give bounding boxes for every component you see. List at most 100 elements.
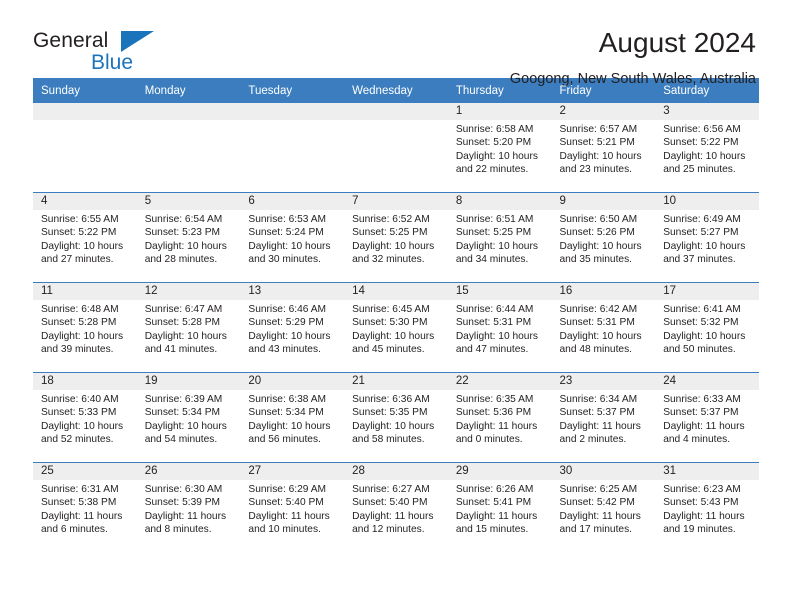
sunrise-time: Sunrise: 6:44 AM bbox=[455, 304, 534, 315]
day-sun-info: Sunrise: 6:58 AM Sunset: 5:20 PM Daylight:… bbox=[448, 120, 552, 176]
calendar-day-cell[interactable]: 31 Sunrise: 6:23 AM Sunset: 5:43 PM Dayligh… bbox=[655, 462, 759, 552]
weekday-header-tuesday: Tuesday bbox=[240, 78, 345, 103]
daylight-duration: Daylight: 10 hours bbox=[41, 240, 124, 252]
generalblue-logo[interactable]: General Blue bbox=[33, 26, 163, 74]
daylight-duration-cont: and 47 minutes. bbox=[455, 343, 529, 355]
sunset-time: Sunset: 5:41 PM bbox=[455, 497, 532, 509]
sunrise-time: Sunrise: 6:53 AM bbox=[248, 214, 326, 225]
day-number bbox=[240, 103, 345, 120]
sunset-time: Sunset: 5:21 PM bbox=[559, 137, 635, 149]
calendar-day-cell[interactable]: 23 Sunrise: 6:34 AM Sunset: 5:37 PM Dayligh… bbox=[551, 372, 656, 463]
sunset-time: Sunset: 5:43 PM bbox=[663, 497, 739, 509]
daylight-duration: Daylight: 10 hours bbox=[663, 240, 746, 252]
calendar-day-cell[interactable]: 29 Sunrise: 6:26 AM Sunset: 5:41 PM Dayligh… bbox=[447, 462, 552, 552]
day-number: 3 bbox=[655, 103, 759, 120]
sunrise-time: Sunrise: 6:39 AM bbox=[144, 394, 223, 405]
sunrise-time: Sunrise: 6:34 AM bbox=[559, 394, 638, 405]
day-sun-info: Sunrise: 6:45 AM Sunset: 5:30 PM Daylight:… bbox=[344, 300, 448, 356]
calendar-day-cell[interactable]: 15 Sunrise: 6:44 AM Sunset: 5:31 PM Dayligh… bbox=[447, 282, 552, 373]
daylight-duration-cont: and 54 minutes. bbox=[144, 433, 218, 445]
sunrise-time: Sunrise: 6:31 AM bbox=[41, 484, 119, 495]
sunrise-time: Sunrise: 6:47 AM bbox=[144, 304, 223, 315]
day-number: 21 bbox=[344, 373, 448, 390]
calendar-day-cell[interactable]: 20 Sunrise: 6:38 AM Sunset: 5:34 PM Dayligh… bbox=[240, 372, 345, 463]
day-sun-info: Sunrise: 6:33 AM Sunset: 5:37 PM Daylight:… bbox=[655, 390, 759, 446]
calendar-day-cell[interactable]: 17 Sunrise: 6:41 AM Sunset: 5:32 PM Dayligh… bbox=[655, 282, 759, 373]
sunset-time: Sunset: 5:26 PM bbox=[559, 227, 635, 239]
calendar-day-cell[interactable]: 2 Sunrise: 6:57 AM Sunset: 5:21 PM Daylight… bbox=[551, 103, 656, 193]
sunrise-time: Sunrise: 6:27 AM bbox=[352, 484, 430, 495]
calendar-day-cell[interactable]: 9 Sunrise: 6:50 AM Sunset: 5:26 PM Daylight… bbox=[551, 192, 656, 283]
calendar-day-cell[interactable]: 26 Sunrise: 6:30 AM Sunset: 5:39 PM Dayligh… bbox=[136, 462, 241, 552]
daylight-duration: Daylight: 10 hours bbox=[352, 330, 435, 342]
weekday-header-monday: Monday bbox=[136, 78, 241, 103]
sunset-time: Sunset: 5:22 PM bbox=[41, 227, 117, 239]
daylight-duration: Daylight: 10 hours bbox=[144, 330, 227, 342]
day-cell-content: 30 Sunrise: 6:25 AM Sunset: 5:42 PM Dayligh… bbox=[551, 463, 656, 552]
daylight-duration-cont: and 37 minutes. bbox=[663, 253, 736, 265]
daylight-duration-cont: and 25 minutes. bbox=[663, 163, 736, 175]
day-number: 30 bbox=[551, 463, 656, 480]
day-cell-content: 8 Sunrise: 6:51 AM Sunset: 5:25 PM Daylight… bbox=[447, 193, 552, 282]
calendar-day-cell[interactable]: 16 Sunrise: 6:42 AM Sunset: 5:31 PM Dayligh… bbox=[551, 282, 656, 373]
daylight-duration: Daylight: 10 hours bbox=[248, 240, 331, 252]
daylight-duration-cont: and 39 minutes. bbox=[41, 343, 114, 355]
day-sun-info: Sunrise: 6:40 AM Sunset: 5:33 PM Daylight:… bbox=[33, 390, 137, 446]
calendar-day-cell[interactable]: 7 Sunrise: 6:52 AM Sunset: 5:25 PM Daylight… bbox=[344, 192, 448, 283]
day-sun-info: Sunrise: 6:56 AM Sunset: 5:22 PM Daylight:… bbox=[655, 120, 759, 176]
sunrise-time: Sunrise: 6:48 AM bbox=[41, 304, 119, 315]
calendar-day-cell[interactable]: 18 Sunrise: 6:40 AM Sunset: 5:33 PM Dayligh… bbox=[33, 372, 137, 463]
sunrise-time: Sunrise: 6:55 AM bbox=[41, 214, 119, 225]
daylight-duration-cont: and 2 minutes. bbox=[559, 433, 627, 445]
sunrise-time: Sunrise: 6:49 AM bbox=[663, 214, 741, 225]
sunset-time: Sunset: 5:25 PM bbox=[455, 227, 532, 239]
day-sun-info: Sunrise: 6:53 AM Sunset: 5:24 PM Daylight:… bbox=[240, 210, 344, 266]
day-cell-content: 18 Sunrise: 6:40 AM Sunset: 5:33 PM Dayligh… bbox=[33, 373, 137, 462]
day-number: 1 bbox=[447, 103, 552, 120]
sunset-time: Sunset: 5:22 PM bbox=[663, 137, 739, 149]
day-cell-content: 25 Sunrise: 6:31 AM Sunset: 5:38 PM Dayligh… bbox=[33, 463, 137, 552]
sunrise-time: Sunrise: 6:30 AM bbox=[144, 484, 223, 495]
sunset-time: Sunset: 5:32 PM bbox=[663, 317, 739, 329]
sunset-time: Sunset: 5:42 PM bbox=[559, 497, 635, 509]
calendar-day-cell[interactable]: 4 Sunrise: 6:55 AM Sunset: 5:22 PM Daylight… bbox=[33, 192, 137, 283]
calendar-page: General Blue August 2024 Googong, New So… bbox=[0, 0, 792, 612]
calendar-day-cell[interactable]: 24 Sunrise: 6:33 AM Sunset: 5:37 PM Dayligh… bbox=[655, 372, 759, 463]
logo-text-blue: Blue bbox=[91, 51, 134, 74]
calendar-day-cell[interactable]: 11 Sunrise: 6:48 AM Sunset: 5:28 PM Dayligh… bbox=[33, 282, 137, 373]
calendar-day-cell[interactable]: 22 Sunrise: 6:35 AM Sunset: 5:36 PM Dayligh… bbox=[447, 372, 552, 463]
calendar-day-cell[interactable]: 5 Sunrise: 6:54 AM Sunset: 5:23 PM Daylight… bbox=[136, 192, 241, 283]
calendar-day-cell[interactable]: 13 Sunrise: 6:46 AM Sunset: 5:29 PM Dayligh… bbox=[240, 282, 345, 373]
daylight-duration: Daylight: 10 hours bbox=[352, 420, 435, 432]
calendar-day-cell[interactable]: 19 Sunrise: 6:39 AM Sunset: 5:34 PM Dayligh… bbox=[136, 372, 241, 463]
sunset-time: Sunset: 5:33 PM bbox=[41, 407, 117, 419]
day-cell-content: 26 Sunrise: 6:30 AM Sunset: 5:39 PM Dayligh… bbox=[136, 463, 241, 552]
day-cell-content: 10 Sunrise: 6:49 AM Sunset: 5:27 PM Dayligh… bbox=[655, 193, 759, 282]
daylight-duration-cont: and 58 minutes. bbox=[352, 433, 425, 445]
location-subtitle: Googong, New South Wales, Australia bbox=[509, 71, 756, 87]
day-cell-content: 1 Sunrise: 6:58 AM Sunset: 5:20 PM Daylight… bbox=[447, 103, 552, 192]
calendar-day-cell[interactable]: 28 Sunrise: 6:27 AM Sunset: 5:40 PM Dayligh… bbox=[344, 462, 448, 552]
daylight-duration-cont: and 19 minutes. bbox=[663, 523, 736, 535]
calendar-day-cell[interactable]: 14 Sunrise: 6:45 AM Sunset: 5:30 PM Dayligh… bbox=[344, 282, 448, 373]
calendar-day-cell[interactable]: 8 Sunrise: 6:51 AM Sunset: 5:25 PM Daylight… bbox=[447, 192, 552, 283]
day-number: 26 bbox=[136, 463, 241, 480]
calendar-day-cell[interactable]: 10 Sunrise: 6:49 AM Sunset: 5:27 PM Dayligh… bbox=[655, 192, 759, 283]
sunrise-time: Sunrise: 6:42 AM bbox=[559, 304, 638, 315]
calendar-day-cell[interactable]: 3 Sunrise: 6:56 AM Sunset: 5:22 PM Daylight… bbox=[655, 103, 759, 193]
calendar-day-cell[interactable]: 25 Sunrise: 6:31 AM Sunset: 5:38 PM Dayligh… bbox=[33, 462, 137, 552]
calendar-day-cell[interactable]: 27 Sunrise: 6:29 AM Sunset: 5:40 PM Dayligh… bbox=[240, 462, 345, 552]
day-number: 14 bbox=[344, 283, 448, 300]
calendar-day-cell[interactable]: 30 Sunrise: 6:25 AM Sunset: 5:42 PM Dayligh… bbox=[551, 462, 656, 552]
daylight-duration-cont: and 22 minutes. bbox=[455, 163, 529, 175]
calendar-day-cell[interactable]: 21 Sunrise: 6:36 AM Sunset: 5:35 PM Dayligh… bbox=[344, 372, 448, 463]
day-number bbox=[344, 103, 448, 120]
day-sun-info bbox=[240, 120, 344, 123]
sunrise-time: Sunrise: 6:50 AM bbox=[559, 214, 638, 225]
calendar-day-cell[interactable]: 1 Sunrise: 6:58 AM Sunset: 5:20 PM Daylight… bbox=[447, 103, 552, 193]
calendar-day-cell[interactable]: 12 Sunrise: 6:47 AM Sunset: 5:28 PM Dayligh… bbox=[136, 282, 241, 373]
daylight-duration-cont: and 32 minutes. bbox=[352, 253, 425, 265]
calendar-week-row: 18 Sunrise: 6:40 AM Sunset: 5:33 PM Dayligh… bbox=[33, 372, 759, 463]
sunrise-time: Sunrise: 6:56 AM bbox=[663, 124, 741, 135]
calendar-day-cell[interactable]: 6 Sunrise: 6:53 AM Sunset: 5:24 PM Daylight… bbox=[240, 192, 345, 283]
